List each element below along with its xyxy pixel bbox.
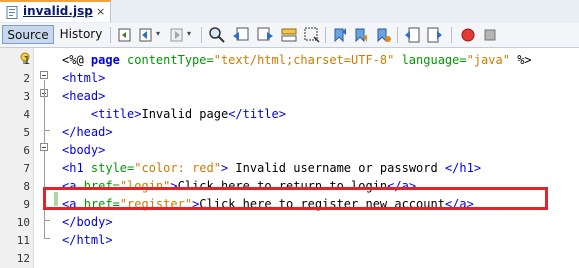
code-token: "color: red": [134, 161, 221, 175]
code-token: <html>: [62, 71, 106, 85]
code-token: Invalid page: [141, 107, 229, 121]
find-icon[interactable]: [208, 26, 226, 44]
previous-bookmark-icon[interactable]: [331, 26, 349, 44]
code-line[interactable]: <html>: [62, 71, 105, 85]
line-number: 3: [23, 90, 30, 103]
line-number: 11: [16, 234, 30, 247]
find-next-icon[interactable]: [256, 26, 274, 44]
line-number: 8: [23, 180, 30, 193]
code-editor[interactable]: 1 2 3 4 5 6 7 8 9 10 11 12 <%@ page contentType="te…: [0, 48, 579, 268]
fold-toggle-html[interactable]: [40, 71, 48, 79]
code-line[interactable]: <title>Invalid page</title>: [62, 107, 286, 121]
jsp-file-icon: [6, 6, 18, 19]
toolbar-separator: [397, 27, 398, 43]
line-number: 6: [23, 144, 30, 157]
code-token: <head>: [62, 89, 106, 103]
file-tab-title: invalid.jsp: [23, 4, 93, 18]
code-token: </h1>: [444, 161, 482, 175]
code-token: language=: [394, 53, 467, 67]
editor-toolbar: Source History ▾ ▾: [0, 23, 579, 48]
code-line[interactable]: </head>: [62, 125, 113, 139]
shift-left-icon[interactable]: [403, 26, 421, 44]
code-line[interactable]: </html>: [62, 233, 113, 247]
line-number: 12: [16, 252, 30, 265]
back-dropdown-icon[interactable]: ▾: [156, 29, 160, 38]
code-token: "java": [466, 53, 510, 67]
source-mode-button[interactable]: Source: [2, 25, 54, 44]
code-token: page: [90, 53, 120, 67]
code-line[interactable]: </body>: [62, 215, 113, 229]
code-token: <%@: [62, 53, 91, 67]
toolbar-separator: [201, 27, 202, 43]
code-token: </html>: [62, 233, 113, 247]
back-icon[interactable]: [137, 26, 155, 44]
toolbar-separator: [325, 27, 326, 43]
code-token: <body>: [62, 143, 106, 157]
toggle-rect-selection-icon[interactable]: [303, 26, 321, 44]
code-token: <title>: [90, 107, 142, 121]
forward-icon[interactable]: [168, 26, 186, 44]
forward-dropdown-icon[interactable]: ▾: [187, 29, 191, 38]
highlight-annotation-box: [43, 187, 548, 210]
line-number: 7: [23, 162, 30, 175]
find-previous-icon[interactable]: [232, 26, 250, 44]
toggle-bookmark-icon[interactable]: [374, 26, 392, 44]
code-token: %>: [509, 53, 532, 67]
code-token: style=: [90, 161, 135, 175]
editor-tab-bar: invalid.jsp ×: [0, 0, 579, 24]
next-bookmark-icon[interactable]: [352, 26, 370, 44]
fold-guide: [44, 80, 45, 238]
code-token: </title>: [228, 107, 286, 121]
code-token: </body>: [62, 215, 113, 229]
code-token: Invalid username or password: [228, 161, 445, 175]
line-number: 5: [23, 126, 30, 139]
toolbar-separator: [110, 27, 111, 43]
code-line[interactable]: <head>: [62, 89, 105, 103]
file-tab[interactable]: invalid.jsp ×: [0, 0, 111, 22]
close-tab-icon[interactable]: ×: [96, 5, 105, 18]
code-token: contentType=: [119, 53, 214, 67]
stop-macro-icon[interactable]: [481, 26, 499, 44]
start-macro-icon[interactable]: [459, 26, 477, 44]
fold-end-html: [44, 238, 50, 239]
line-number: 9: [23, 198, 30, 211]
fold-end-body: [44, 220, 50, 221]
line-number: 2: [23, 72, 30, 85]
toggle-highlight-icon[interactable]: [280, 26, 298, 44]
code-line[interactable]: <%@ page contentType="text/html;charset=…: [62, 53, 532, 67]
code-line[interactable]: <body>: [62, 143, 105, 157]
code-token: </head>: [62, 125, 113, 139]
line-number: 4: [23, 108, 30, 121]
code-token: "text/html;charset=UTF-8": [213, 53, 395, 67]
last-edit-icon[interactable]: [116, 26, 134, 44]
toolbar-separator: [451, 27, 452, 43]
code-line[interactable]: <h1 style="color: red"> Invalid username…: [62, 161, 481, 175]
line-number: 1: [23, 54, 30, 67]
fold-end-head: [44, 130, 50, 131]
history-mode-button[interactable]: History: [58, 25, 104, 44]
shift-right-icon[interactable]: [426, 26, 444, 44]
fold-toggle-body[interactable]: [40, 143, 48, 151]
code-token: <h1: [62, 161, 91, 175]
line-number: 10: [16, 216, 30, 229]
